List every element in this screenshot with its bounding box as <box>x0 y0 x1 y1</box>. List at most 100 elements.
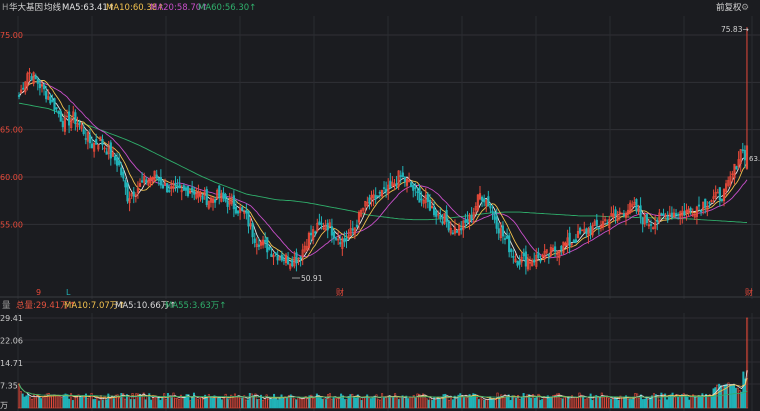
volume-bar <box>407 398 410 409</box>
settings-gear-icon[interactable]: ⚙ <box>741 0 749 16</box>
candle-body <box>253 238 256 244</box>
volume-bar <box>112 398 115 409</box>
candle-body <box>508 235 511 253</box>
candle-body <box>635 199 638 212</box>
chart-background <box>0 0 760 411</box>
volume-bar <box>191 396 194 409</box>
candle-body <box>378 191 381 194</box>
candle-body <box>533 259 536 263</box>
candle-body <box>222 192 225 199</box>
candle-body <box>464 219 467 223</box>
volume-bar <box>595 395 598 409</box>
volume-bar <box>373 395 376 409</box>
volume-bar <box>161 396 164 409</box>
volume-bar <box>462 397 466 409</box>
volume-bar <box>641 399 644 409</box>
volume-bar <box>343 399 346 409</box>
candle-body <box>122 171 125 179</box>
volume-bar <box>522 393 525 409</box>
candle-body <box>614 209 617 217</box>
volume-bar <box>693 395 696 409</box>
volume-bar <box>206 397 209 409</box>
volume-bar <box>349 394 352 409</box>
volume-bar <box>105 399 108 409</box>
candle-body <box>560 245 563 251</box>
volume-bar <box>610 398 613 409</box>
candle-body <box>309 232 313 236</box>
volume-bar <box>632 396 635 409</box>
candle-body <box>568 232 571 246</box>
volume-bar <box>511 395 514 409</box>
volume-bar <box>211 397 214 409</box>
volume-bar <box>71 400 74 409</box>
volume-bar <box>405 395 408 409</box>
candle-body <box>68 111 71 126</box>
volume-bar <box>492 397 495 409</box>
candle-body <box>251 222 254 238</box>
candle-body <box>735 166 738 170</box>
adjustment-toggle[interactable]: 前复权 <box>716 0 742 16</box>
volume-bar <box>248 393 251 409</box>
candle-body <box>280 254 283 261</box>
volume-bar <box>157 396 160 409</box>
volume-bar <box>740 391 743 409</box>
candle-body <box>334 238 338 240</box>
candle-body <box>466 219 469 223</box>
candle-body <box>403 177 406 183</box>
candle-body <box>74 112 77 125</box>
candle-body <box>355 224 359 227</box>
volume-bar <box>628 398 631 409</box>
candle-body <box>205 189 208 205</box>
candle-body <box>193 191 196 195</box>
volume-bar <box>591 400 594 409</box>
volume-bar <box>129 399 132 409</box>
candle-body <box>224 194 227 202</box>
volume-bar <box>321 398 324 409</box>
candle-body <box>282 259 286 262</box>
volume-bar <box>369 398 372 409</box>
candle-body <box>34 76 37 79</box>
volume-bar <box>533 397 536 409</box>
volume-bar <box>733 383 736 409</box>
volume-bar <box>550 397 553 409</box>
candle-body <box>401 172 404 178</box>
volume-bar <box>79 396 82 409</box>
candle-body <box>155 174 158 179</box>
candle-body <box>88 134 92 144</box>
candle-body <box>674 213 678 216</box>
candle-body <box>649 224 653 226</box>
volume-bar <box>38 396 41 409</box>
volume-bar <box>295 399 298 409</box>
volume-bar <box>40 398 43 409</box>
candle-body <box>510 249 513 252</box>
volume-bar <box>217 397 220 409</box>
candle-body <box>145 179 148 183</box>
volume-bar <box>159 400 162 409</box>
volume-bar <box>520 396 523 409</box>
event-marker: 财 <box>745 287 753 297</box>
volume-prefix: 量 <box>2 301 11 311</box>
volume-bar <box>539 400 542 409</box>
candle-body <box>389 180 392 189</box>
volume-bar <box>477 399 480 409</box>
volume-bar <box>226 398 229 409</box>
candle-body <box>245 209 248 214</box>
price-tick-label: 75.00 <box>0 31 23 40</box>
candle-body <box>645 213 648 224</box>
volume-bar <box>714 387 717 409</box>
candle-body <box>395 183 398 186</box>
ma-view-label[interactable]: 均线 <box>44 0 61 16</box>
volume-bar <box>388 395 391 409</box>
price-tick-label: 55.00 <box>0 220 23 229</box>
candle-body <box>78 122 81 125</box>
candle-body <box>641 217 644 225</box>
last-price-marker: 63. <box>749 155 760 163</box>
candle-body <box>178 184 181 189</box>
volume-bar <box>598 396 601 409</box>
volume-bar <box>731 385 734 409</box>
candle-body <box>420 198 423 201</box>
volume-bar <box>490 399 493 409</box>
candle-body <box>17 95 21 97</box>
stock-name[interactable]: 华大基因 <box>9 0 43 16</box>
candle-body <box>622 214 625 216</box>
